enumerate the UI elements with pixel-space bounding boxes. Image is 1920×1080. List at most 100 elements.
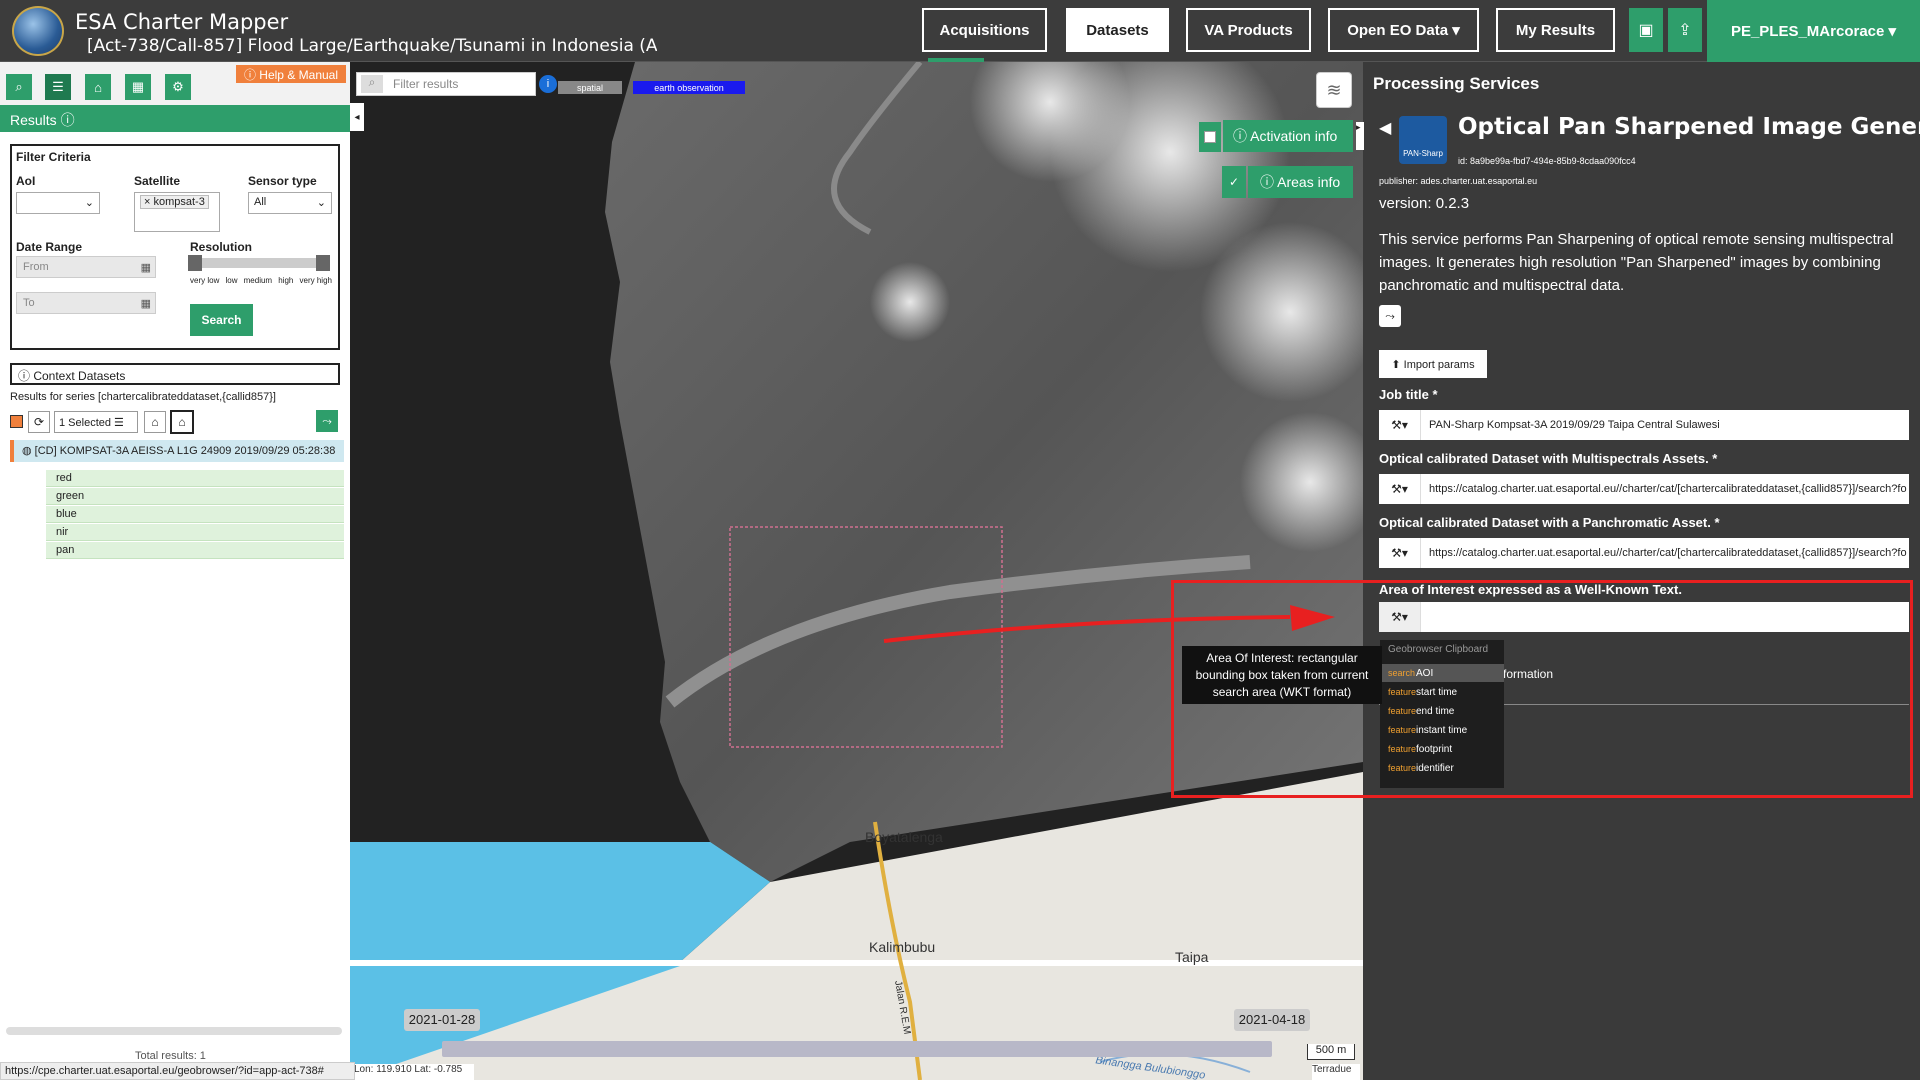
share-icon[interactable]: ⤳ [1379,305,1401,327]
search-icon[interactable]: ⌕ [6,74,32,100]
back-icon[interactable]: ◀ [1379,118,1391,138]
slider-handle-min[interactable] [188,255,202,271]
chevron-down-icon: ⌄ [316,197,326,209]
calendar-icon[interactable]: ▦ [141,297,151,310]
filter-criteria: Filter Criteria AoI ⌄ Satellite × kompsa… [10,144,340,350]
nav-datasets[interactable]: Datasets [1066,8,1169,52]
calendar-icon[interactable]: ▦ [141,261,151,274]
pan-dataset-input[interactable]: ⚒▾ https://catalog.charter.uat.esaportal.… [1379,538,1909,568]
satellite-chip[interactable]: × kompsat-3 [140,195,209,209]
coords-readout: Lon: 119.910 Lat: -0.785 [354,1064,474,1080]
band-red[interactable]: red [46,470,344,487]
help-manual-button[interactable]: ⓘ Help & Manual [236,65,346,83]
collapse-left-panel[interactable]: ◂ [350,103,364,131]
tag-spatial[interactable]: spatial [558,81,622,94]
activation-info-button[interactable]: ⓘ Activation info [1223,120,1353,152]
band-nir[interactable]: nir [46,524,344,541]
wand-icon[interactable]: ⚒▾ [1379,538,1421,568]
map-filter-input[interactable]: ⌕ Filter results i [356,72,557,96]
dataset-label: [CD] KOMPSAT-3A AEISS-A L1G 24909 2019/0… [34,445,336,457]
wand-icon[interactable]: ⚒▾ [1379,410,1421,440]
globe-icon: ◍ [22,445,35,457]
band-blue[interactable]: blue [46,506,344,523]
context-datasets-header[interactable]: ⓘ Context Datasets [10,363,340,385]
archive-icon[interactable]: ▦ [125,74,151,100]
pan-dataset-value: https://catalog.charter.uat.esaportal.eu… [1429,547,1907,559]
arrow-shaft [883,615,1291,643]
select-all-checkbox[interactable] [10,415,23,428]
settings-icon[interactable]: ⚙ [165,74,191,100]
list-icon[interactable]: ☰ [45,74,71,100]
from-placeholder: From [23,261,49,273]
date-from-input[interactable]: From ▦ [16,256,156,278]
import-params-button[interactable]: ⬆ Import params [1379,350,1487,378]
search-button[interactable]: Search [190,304,253,336]
aoi-select[interactable]: ⌄ [16,192,100,214]
resolution-slider[interactable] [188,255,330,271]
sensor-label: Sensor type [248,174,317,188]
tick-high: high [278,276,294,285]
tick-medium: medium [243,276,273,285]
map-separator [350,960,1363,966]
sensor-select[interactable]: All ⌄ [248,192,332,214]
series-line: Results for series [chartercalibrateddat… [10,391,276,403]
job-title-input[interactable]: ⚒▾ PAN-Sharp Kompsat-3A 2019/09/29 Taipa … [1379,410,1909,440]
ms-dataset-label: Optical calibrated Dataset with Multispe… [1379,451,1718,466]
horizontal-scrollbar[interactable] [6,1027,342,1035]
map-view[interactable]: Boyatalenga Kalimbubu Taipa Binangga Bul… [350,62,1363,1080]
resolution-label: Resolution [190,240,252,254]
upload-icon[interactable]: ⇪ [1668,8,1702,52]
tag-earth-observation[interactable]: earth observation [633,81,745,94]
map-canvas [350,62,1363,1080]
basket-all-icon[interactable]: ⌂ [170,410,194,434]
tick-very-low: very low [190,276,220,285]
filter-placeholder: Filter results [393,77,459,91]
esa-logo[interactable] [12,6,64,56]
nav-va-products[interactable]: VA Products [1186,8,1311,52]
band-pan[interactable]: pan [46,542,344,559]
top-bar: ESA Charter Mapper [Act-738/Call-857] Fl… [0,0,1920,62]
user-menu[interactable]: PE_PLES_MArcorace ▾ [1707,0,1920,62]
refresh-icon[interactable]: ⟳ [28,411,50,433]
activation-toggle[interactable] [1199,122,1221,152]
selection-toolbar: ⟳ 1 Selected ☰ ⌂ ⌂ ⤳ [10,410,340,434]
info-icon[interactable]: i [539,75,557,93]
timeline-start[interactable]: 2021-01-28 [404,1009,480,1031]
basket-icon[interactable]: ⌂ [85,74,111,100]
nav-acquisitions[interactable]: Acquisitions [922,8,1047,52]
timeline-range[interactable] [442,1041,1272,1057]
chevron-down-icon: ⌄ [84,197,94,209]
total-results: Total results: 1 [135,1050,206,1062]
expand-arrow-icon[interactable]: ▸ [1356,122,1364,150]
nav-my-results[interactable]: My Results [1496,8,1615,52]
activation-checkbox[interactable] [1204,131,1216,143]
search-icon[interactable]: ⌕ [361,75,383,93]
nav-open-eo-data[interactable]: Open EO Data ▾ [1328,8,1479,52]
satellite-label: Satellite [134,174,181,188]
ms-dataset-input[interactable]: ⚒▾ https://catalog.charter.uat.esaportal.… [1379,474,1909,504]
band-green[interactable]: green [46,488,344,505]
aoi-label: AoI [16,174,36,188]
layers-icon[interactable]: ≋ [1316,72,1352,108]
satellite-select[interactable]: × kompsat-3 [134,192,220,232]
scale-bar: 500 m [1307,1044,1355,1060]
add-basket-icon[interactable]: ⌂ [144,411,166,433]
date-range-label: Date Range [16,240,83,254]
wand-icon[interactable]: ⚒▾ [1379,474,1421,504]
processing-panel: Processing Services ◀ PAN-Sharp Optical … [1363,62,1920,1080]
job-title-label: Job title * [1379,387,1438,402]
dataset-row[interactable]: ◍ [CD] KOMPSAT-3A AEISS-A L1G 24909 2019… [10,440,344,462]
date-to-input[interactable]: To ▦ [16,292,156,314]
areas-toggle[interactable]: ✓ [1222,166,1246,198]
areas-info-button[interactable]: ⓘ Areas info [1248,166,1353,198]
timeline-end[interactable]: 2021-04-18 [1234,1009,1310,1031]
timeline[interactable]: 2021-01-28 2021-04-18 500 m Lon: 119.910… [350,968,1363,1080]
slider-handle-max[interactable] [316,255,330,271]
results-header: Results ⓘ [0,105,350,132]
left-panel: ⌕ ☰ ⌂ ▦ ⚙ ⓘ Help & Manual Results ⓘ Filt… [0,62,350,1080]
briefcase-icon[interactable]: ▣ [1629,8,1663,52]
selected-dropdown[interactable]: 1 Selected ☰ [54,411,138,433]
filter-title: Filter Criteria [16,150,91,164]
share-icon[interactable]: ⤳ [316,410,338,432]
place-kalimbubu: Kalimbubu [869,939,936,955]
